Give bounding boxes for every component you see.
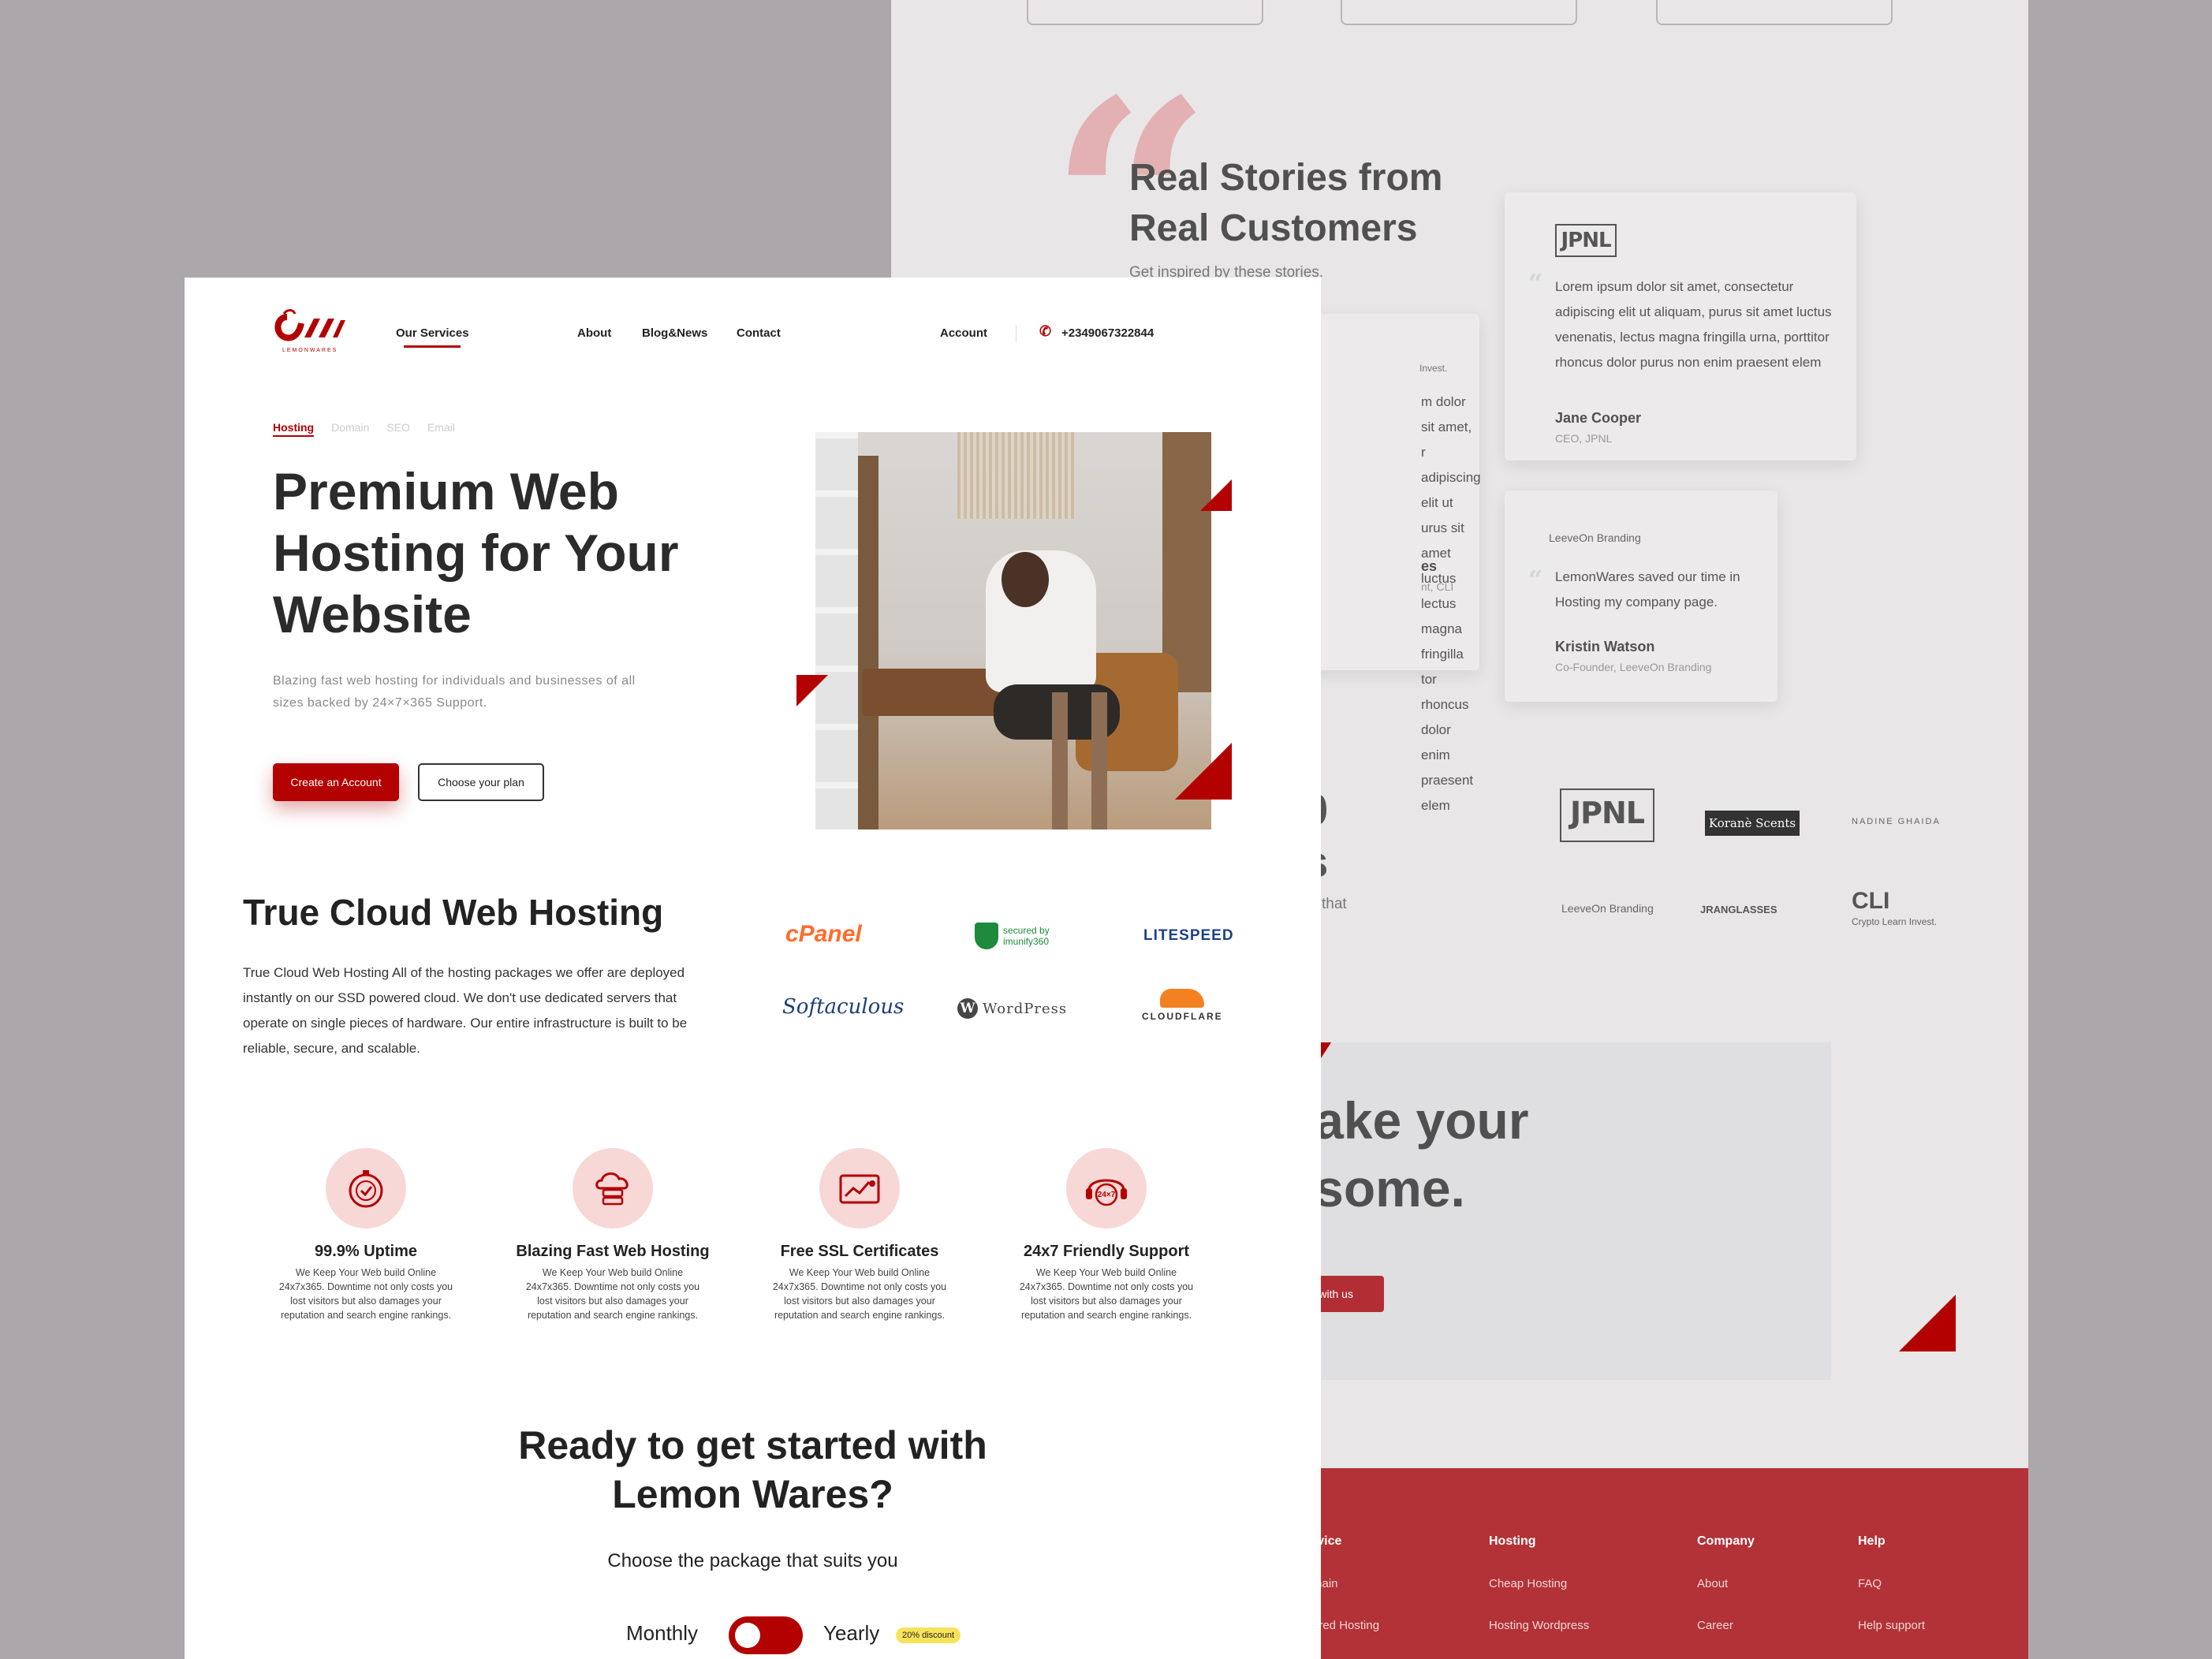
nav-our-services[interactable]: Our Services — [396, 326, 469, 340]
hero-subtitle: Blazing fast web hosting for individuals… — [273, 674, 636, 710]
choose-plan-button[interactable]: Choose your plan — [418, 763, 544, 801]
footer-col-help: Help FAQ Help support — [1858, 1534, 1926, 1632]
partner-logo-cloudflare: CLOUDFLARE — [1142, 989, 1223, 1023]
shield-icon — [975, 923, 998, 949]
yearly-label[interactable]: Yearly — [823, 1621, 879, 1646]
pricing-title: Ready to get started with Lemon Wares? — [518, 1423, 987, 1516]
headset-24x7-icon: 24×7 — [1066, 1148, 1147, 1228]
client-logo-jpnl: JPNL — [1560, 788, 1654, 842]
footer-link[interactable]: Career — [1697, 1619, 1755, 1632]
pricing-card-edge — [1341, 0, 1577, 25]
decor-triangle — [1200, 479, 1232, 511]
partner-logo-wordpress: W WordPress — [957, 998, 1067, 1019]
footer-link[interactable]: About — [1697, 1577, 1755, 1590]
logo-mark-icon — [274, 309, 345, 341]
nav-contact[interactable]: Contact — [737, 326, 781, 340]
footer-col-company: Company About Career — [1697, 1534, 1755, 1632]
service-tabs: Hosting Domain SEO Email — [273, 421, 455, 437]
client-logo-korane: Koranè Scents — [1705, 811, 1800, 836]
cloud-hosting-title: True Cloud Web Hosting — [243, 892, 664, 933]
nav-blog[interactable]: Blog&News — [642, 326, 707, 340]
footer-link[interactable]: Help support — [1858, 1619, 1925, 1632]
client-logo-cli: CLI — [1852, 888, 1890, 914]
feature-uptime: 99.9% Uptime We Keep Your Web build Onli… — [263, 1148, 468, 1322]
decor-triangle — [1899, 1295, 1956, 1351]
chart-certificate-icon — [819, 1148, 900, 1228]
discount-badge: 20% discount — [896, 1627, 961, 1643]
cloud-icon — [1160, 989, 1205, 1008]
quote-icon: “ — [1528, 268, 1543, 298]
footer-link[interactable]: ared Hosting — [1312, 1619, 1379, 1632]
front-page: LEMONWARES Our Services About Blog&News … — [185, 278, 1321, 1659]
billing-toggle[interactable] — [729, 1616, 803, 1654]
footer-link[interactable]: main — [1312, 1577, 1379, 1590]
partner-logo-imunify: secured by imunify360 — [975, 923, 1061, 949]
lemonwares-logo[interactable]: LEMONWARES — [273, 309, 345, 353]
phone-icon: ✆ — [1039, 323, 1052, 339]
decor-triangle — [796, 675, 828, 706]
footer-link[interactable]: FAQ — [1858, 1577, 1925, 1590]
footer-link[interactable]: Hosting Wordpress — [1489, 1619, 1589, 1632]
feature-ssl: Free SSL Certificates We Keep Your Web b… — [757, 1148, 962, 1322]
jpnl-logo: JPNL — [1555, 224, 1617, 257]
footer-col-hosting: Hosting Cheap Hosting Hosting Wordpress — [1489, 1534, 1590, 1632]
footer-col-service: rvice main ared Hosting — [1312, 1534, 1380, 1632]
tab-hosting[interactable]: Hosting — [273, 421, 315, 437]
tab-email[interactable]: Email — [427, 421, 455, 437]
create-account-button[interactable]: Create an Account — [273, 763, 399, 801]
testimonial-card-leeveon: LeeveOn Branding “ LemonWares saved our … — [1505, 490, 1777, 702]
client-logo-nadine: NADINE GHAIDA — [1852, 817, 1941, 826]
nav-phone[interactable]: +2349067322844 — [1061, 326, 1154, 340]
cloud-server-icon — [573, 1148, 653, 1228]
partner-logo-cpanel: cPanel — [785, 921, 862, 947]
decor-triangle — [1175, 743, 1232, 800]
nav-active-indicator — [404, 345, 461, 348]
monthly-label[interactable]: Monthly — [626, 1621, 698, 1646]
tab-seo[interactable]: SEO — [386, 421, 410, 437]
wordpress-icon: W — [957, 998, 978, 1019]
hero-image — [815, 432, 1211, 830]
client-logo-leeveon: LeeveOn Branding — [1561, 902, 1654, 915]
feature-fast-hosting: Blazing Fast Web Hosting We Keep Your We… — [510, 1148, 715, 1322]
pricing-card-edge — [1656, 0, 1893, 25]
partner-logo-softaculous: Softaculous — [782, 995, 905, 1019]
cloud-hosting-text: True Cloud Web Hosting All of the hostin… — [243, 965, 688, 1056]
pricing-card-edge — [1027, 0, 1263, 25]
client-logo-jrang: JRANGLASSES — [1700, 904, 1777, 915]
quote-icon: “ — [1528, 565, 1543, 595]
stopwatch-icon — [326, 1148, 406, 1228]
hero-title: Premium Web Hosting for Your Website — [273, 462, 679, 643]
pricing-subtitle: Choose the package that suits you — [607, 1550, 898, 1571]
tab-domain[interactable]: Domain — [331, 421, 369, 437]
testimonials-title: Real Stories from Real Customers — [1129, 157, 1443, 249]
testimonial-text: m dolor sit amet, r adipiscing elit ut u… — [1421, 394, 1481, 813]
partner-logo-litespeed: LITESPEED — [1143, 927, 1234, 944]
toggle-knob — [735, 1623, 760, 1648]
leeveon-logo: LeeveOn Branding — [1549, 531, 1641, 544]
nav-about[interactable]: About — [577, 326, 611, 340]
feature-support: 24×7 24x7 Friendly Support We Keep Your … — [1004, 1148, 1209, 1322]
testimonial-card-jpnl: JPNL “ Lorem ipsum dolor sit amet, conse… — [1505, 192, 1856, 460]
footer-link[interactable]: Cheap Hosting — [1489, 1577, 1589, 1590]
nav-account[interactable]: Account — [940, 326, 987, 340]
